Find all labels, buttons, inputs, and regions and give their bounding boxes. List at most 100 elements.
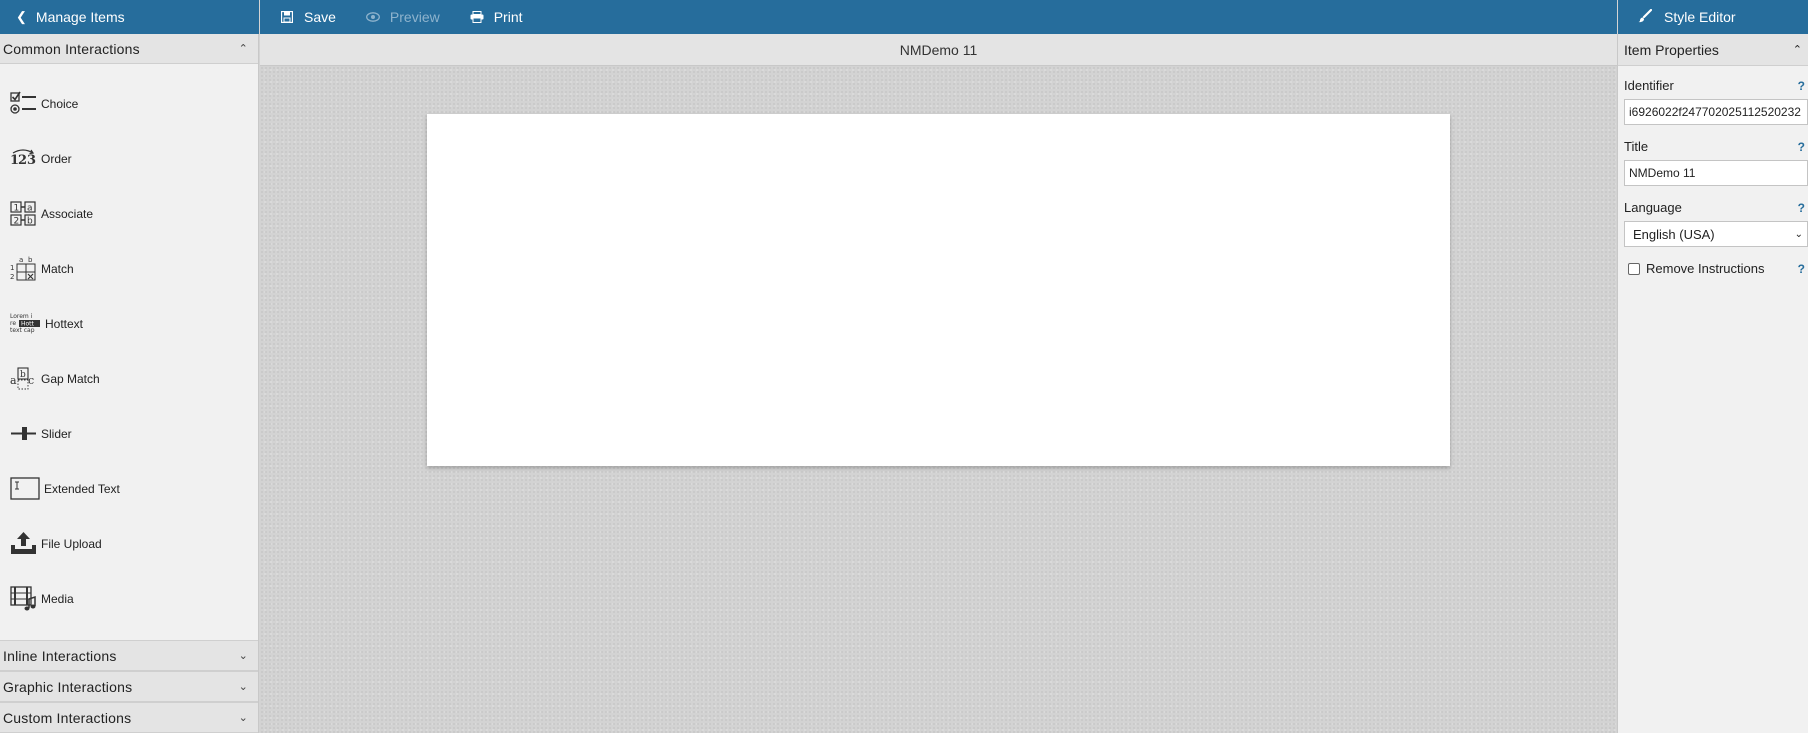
item-title: NMDemo 11 xyxy=(899,41,978,58)
save-label: Save xyxy=(304,9,336,25)
save-button[interactable]: Save xyxy=(280,9,336,25)
inline-interactions-header[interactable]: Inline Interactions ⌄ xyxy=(0,640,258,671)
svg-text:a: a xyxy=(19,256,23,264)
chevron-down-icon: ⌄ xyxy=(238,650,248,662)
graphic-interactions-header[interactable]: Graphic Interactions ⌄ xyxy=(0,671,258,702)
interaction-label: Match xyxy=(41,261,74,276)
interaction-gap-match[interactable]: abc Gap Match xyxy=(0,351,258,406)
custom-interactions-title: Custom Interactions xyxy=(3,709,132,726)
interaction-label: File Upload xyxy=(41,536,102,551)
chevron-up-icon: ⌃ xyxy=(1792,44,1802,56)
svg-text:b: b xyxy=(28,256,33,264)
interaction-label: Extended Text xyxy=(44,481,120,496)
common-interactions-title: Common Interactions xyxy=(3,40,140,57)
svg-text:b: b xyxy=(20,370,26,380)
manage-items-link[interactable]: ❮ Manage Items xyxy=(16,9,125,25)
svg-text:re: re xyxy=(10,320,16,327)
media-icon xyxy=(10,585,37,612)
interaction-label: Choice xyxy=(41,96,79,111)
svg-text:1: 1 xyxy=(14,204,20,214)
print-label: Print xyxy=(493,9,523,25)
chevron-down-icon: ⌄ xyxy=(238,712,248,724)
interaction-extended-text[interactable]: Extended Text xyxy=(0,461,258,516)
interaction-label: Associate xyxy=(41,206,94,221)
properties-panel: Item Properties ⌃ Identifier ? Title ? L… xyxy=(1617,34,1808,733)
svg-text:2: 2 xyxy=(10,273,14,281)
identifier-label: Identifier xyxy=(1624,78,1674,93)
eye-icon xyxy=(365,12,380,22)
interaction-label: Hottext xyxy=(45,316,84,331)
remove-instructions-row: Remove Instructions ? xyxy=(1624,261,1807,276)
common-interactions-header[interactable]: Common Interactions ⌃ xyxy=(0,34,258,64)
svg-text:2: 2 xyxy=(18,153,27,168)
interaction-order[interactable]: 123 Order xyxy=(0,131,258,186)
extended-text-icon xyxy=(10,475,40,502)
topbar-main: Save Preview Print xyxy=(260,0,1617,34)
hottext-icon: Lorem i re Hott text cap xyxy=(10,310,41,337)
interaction-slider[interactable]: Slider xyxy=(0,406,258,461)
print-button[interactable]: Print xyxy=(470,9,523,25)
manage-items-label: Manage Items xyxy=(35,9,125,25)
preview-label: Preview xyxy=(389,9,440,25)
svg-text:c: c xyxy=(28,374,34,387)
save-icon xyxy=(280,11,294,23)
interaction-choice[interactable]: Choice xyxy=(0,76,258,131)
item-editor-area: NMDemo 11 xyxy=(260,34,1617,733)
item-properties-title: Item Properties xyxy=(1624,41,1719,58)
style-editor-label: Style Editor xyxy=(1664,9,1736,25)
language-value: English (USA) xyxy=(1633,226,1715,242)
topbar-right: Style Editor xyxy=(1618,0,1808,34)
identifier-field-group: Identifier ? xyxy=(1624,78,1808,125)
interaction-hottext[interactable]: Lorem i re Hott text cap Hottext xyxy=(0,296,258,351)
language-field-group: Language ? English (USA) ⌄ xyxy=(1624,200,1808,247)
interaction-associate[interactable]: 1a2b Associate xyxy=(0,186,258,241)
associate-icon: 1a2b xyxy=(10,200,37,227)
identifier-input[interactable] xyxy=(1624,99,1808,125)
help-icon[interactable]: ? xyxy=(1798,140,1805,154)
interaction-label: Gap Match xyxy=(41,371,100,386)
svg-text:b: b xyxy=(27,217,33,227)
svg-text:Lorem i: Lorem i xyxy=(10,313,33,320)
title-label: Title xyxy=(1624,139,1649,154)
svg-text:text cap: text cap xyxy=(10,327,35,334)
svg-text:2: 2 xyxy=(14,217,20,227)
gap-match-icon: abc xyxy=(10,365,37,392)
svg-text:1: 1 xyxy=(10,264,14,272)
topbar-left: ❮ Manage Items xyxy=(0,0,259,34)
title-field-group: Title ? xyxy=(1624,139,1808,186)
custom-interactions-header[interactable]: Custom Interactions ⌄ xyxy=(0,702,258,733)
chevron-down-icon: ⌄ xyxy=(1794,228,1803,240)
collapsed-sections: Inline Interactions ⌄ Graphic Interactio… xyxy=(0,640,258,733)
svg-text:a: a xyxy=(10,374,17,387)
interactions-panel: Common Interactions ⌃ Choice 123 Order 1… xyxy=(0,34,259,733)
help-icon[interactable]: ? xyxy=(1798,262,1805,276)
order-icon: 123 xyxy=(10,145,37,172)
inline-interactions-title: Inline Interactions xyxy=(3,647,117,664)
interaction-match[interactable]: ab 12 Match xyxy=(0,241,258,296)
svg-text:a: a xyxy=(27,204,33,214)
interaction-media[interactable]: Media xyxy=(0,571,258,626)
remove-instructions-label: Remove Instructions xyxy=(1646,261,1765,276)
item-canvas[interactable] xyxy=(427,114,1450,466)
svg-text:3: 3 xyxy=(27,153,36,168)
print-icon xyxy=(470,11,484,23)
interaction-file-upload[interactable]: File Upload xyxy=(0,516,258,571)
match-icon: ab 12 xyxy=(10,255,37,282)
style-editor-button[interactable]: Style Editor xyxy=(1638,8,1736,26)
chevron-down-icon: ⌄ xyxy=(238,681,248,693)
help-icon[interactable]: ? xyxy=(1798,201,1805,215)
item-properties-header[interactable]: Item Properties ⌃ xyxy=(1618,34,1808,66)
slider-icon xyxy=(10,420,37,447)
choice-icon xyxy=(10,90,37,117)
interaction-label: Order xyxy=(41,151,72,166)
help-icon[interactable]: ? xyxy=(1798,79,1805,93)
remove-instructions-checkbox[interactable] xyxy=(1628,262,1640,275)
title-input[interactable] xyxy=(1624,160,1808,186)
paintbrush-icon xyxy=(1638,8,1653,26)
preview-button[interactable]: Preview xyxy=(365,9,440,25)
item-title-bar: NMDemo 11 xyxy=(260,34,1617,66)
language-select[interactable]: English (USA) ⌄ xyxy=(1624,221,1808,247)
graphic-interactions-title: Graphic Interactions xyxy=(3,678,133,695)
chevron-left-icon: ❮ xyxy=(16,9,27,24)
file-upload-icon xyxy=(10,530,37,557)
